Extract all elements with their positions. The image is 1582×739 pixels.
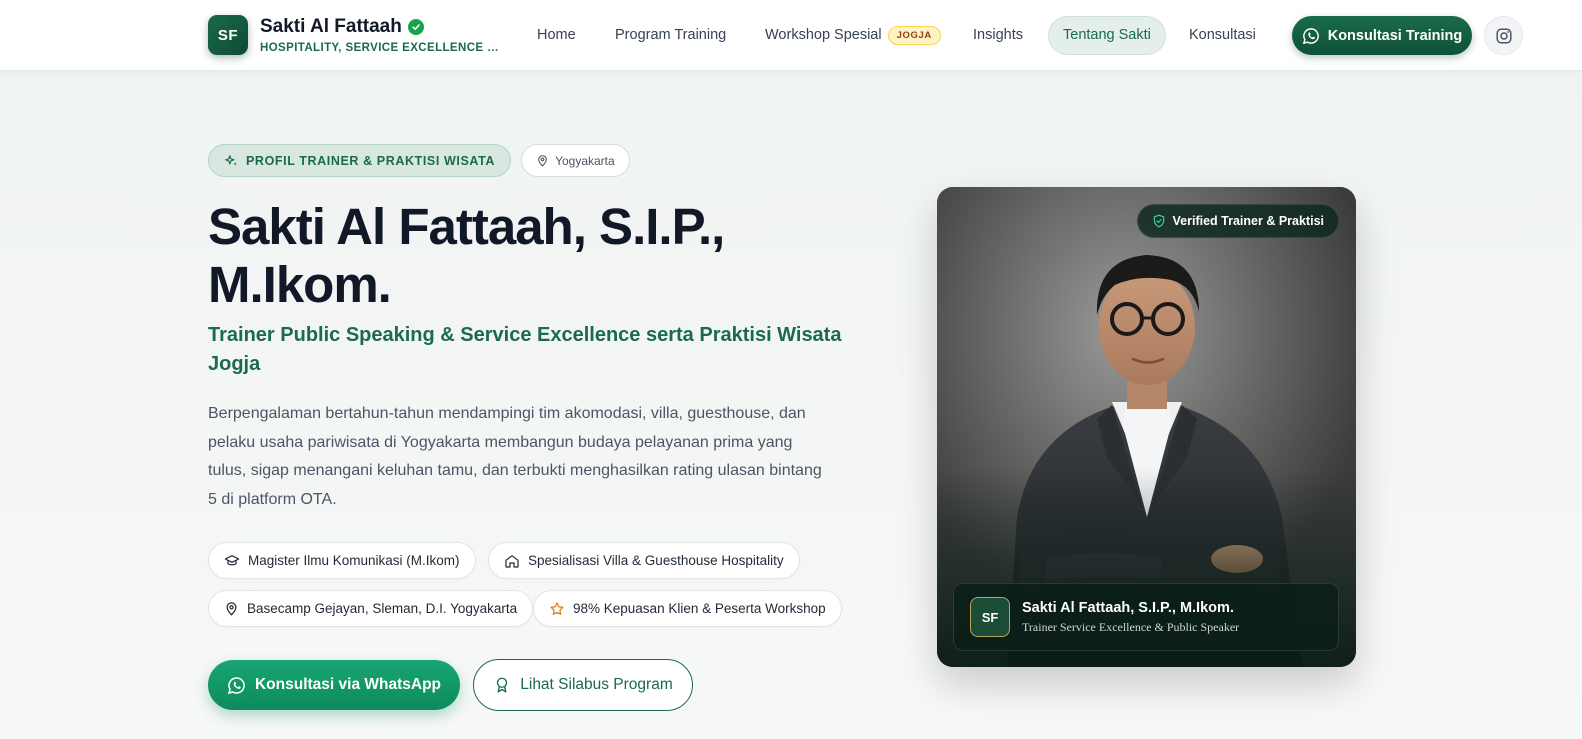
award-icon [497, 677, 508, 693]
nav-insights[interactable]: Insights [973, 16, 1023, 55]
shield-check-icon [1153, 214, 1164, 228]
hero-subtitle: Trainer Public Speaking & Service Excell… [208, 324, 842, 375]
silabus-button[interactable]: Lihat Silabus Program [473, 659, 693, 711]
star-icon [550, 601, 564, 615]
map-pin-icon [226, 602, 237, 616]
chip-education: Magister Ilmu Komunikasi (M.Ikom) [208, 542, 476, 579]
eyebrow-label: PROFIL TRAINER & PRAKTISI WISATA [246, 153, 496, 168]
trainer-photo-card: Verified Trainer & Praktisi SF Sakti Al … [937, 187, 1356, 667]
konsultasi-training-label: Konsultasi Training [1327, 27, 1463, 44]
chip-specialization-label: Spesialisasi Villa & Guesthouse Hospital… [528, 553, 784, 568]
site-header: SF Sakti Al Fattaah HOSPITALITY, SERVICE… [0, 0, 1582, 71]
nav-workshop-label: Workshop Spesial [765, 27, 882, 43]
instagram-button[interactable] [1484, 16, 1523, 55]
nav-workshop-spesial[interactable]: Workshop Spesial JOGJA [765, 16, 941, 55]
verified-check-icon [407, 19, 424, 35]
chip-basecamp-label: Basecamp Gejayan, Sleman, D.I. Yogyakart… [247, 601, 518, 616]
profile-text: Sakti Al Fattaah, S.I.P., M.Ikom. Traine… [1022, 600, 1239, 635]
chip-education-label: Magister Ilmu Komunikasi (M.Ikom) [248, 553, 460, 568]
verified-badge-label: Verified Trainer & Praktisi [1172, 214, 1324, 228]
jogja-badge: JOGJA [887, 25, 941, 45]
map-pin-icon [538, 155, 547, 167]
chip-satisfaction: 98% Kepuasan Klien & Peserta Workshop [533, 590, 842, 627]
eyebrow-pill: PROFIL TRAINER & PRAKTISI WISATA [208, 144, 512, 177]
sparkles-icon [225, 154, 237, 166]
instagram-icon [1496, 28, 1511, 43]
page-title: Sakti Al Fattaah, S.I.P., M.Ikom. [208, 198, 725, 313]
silabus-label: Lihat Silabus Program [520, 676, 673, 693]
brand-name-row: Sakti Al Fattaah [260, 16, 500, 38]
whatsapp-consult-button[interactable]: Konsultasi via WhatsApp [208, 660, 460, 710]
konsultasi-training-button[interactable]: Konsultasi Training [1292, 16, 1472, 55]
nav-tentang-sakti[interactable]: Tentang Sakti [1048, 16, 1166, 55]
brand-tagline: HOSPITALITY, SERVICE EXCELLENCE & PUBLIC… [260, 42, 500, 54]
whatsapp-consult-label: Konsultasi via WhatsApp [254, 676, 442, 693]
brand[interactable]: SF Sakti Al Fattaah HOSPITALITY, SERVICE… [208, 15, 500, 55]
brand-text: Sakti Al Fattaah HOSPITALITY, SERVICE EX… [260, 16, 500, 54]
graduation-cap-icon [224, 554, 240, 565]
profile-name: Sakti Al Fattaah, S.I.P., M.Ikom. [1022, 599, 1234, 616]
chip-satisfaction-label: 98% Kepuasan Klien & Peserta Workshop [573, 601, 826, 616]
hero-pill-row: PROFIL TRAINER & PRAKTISI WISATA Yogyaka… [208, 144, 630, 177]
whatsapp-icon [227, 676, 245, 694]
brand-name[interactable]: Sakti Al Fattaah [260, 16, 402, 38]
nav-program-training[interactable]: Program Training [615, 16, 726, 55]
nav-home[interactable]: Home [537, 16, 576, 55]
verified-trainer-badge: Verified Trainer & Praktisi [1136, 204, 1339, 238]
hero-description: Berpengalaman bertahun-tahun mendampingi… [208, 405, 822, 509]
profile-logo: SF [970, 597, 1010, 637]
home-icon [505, 554, 519, 568]
chip-specialization: Spesialisasi Villa & Guesthouse Hospital… [488, 542, 800, 579]
nav-konsultasi[interactable]: Konsultasi [1189, 16, 1256, 55]
brand-logo[interactable]: SF [208, 15, 248, 55]
whatsapp-icon [1302, 27, 1319, 44]
profile-role: Trainer Service Excellence & Public Spea… [1022, 619, 1240, 634]
chip-basecamp: Basecamp Gejayan, Sleman, D.I. Yogyakart… [208, 590, 534, 627]
profile-info-panel: SF Sakti Al Fattaah, S.I.P., M.Ikom. Tra… [953, 583, 1339, 651]
location-pill: Yogyakarta [521, 144, 630, 177]
location-label: Yogyakarta [555, 153, 615, 168]
